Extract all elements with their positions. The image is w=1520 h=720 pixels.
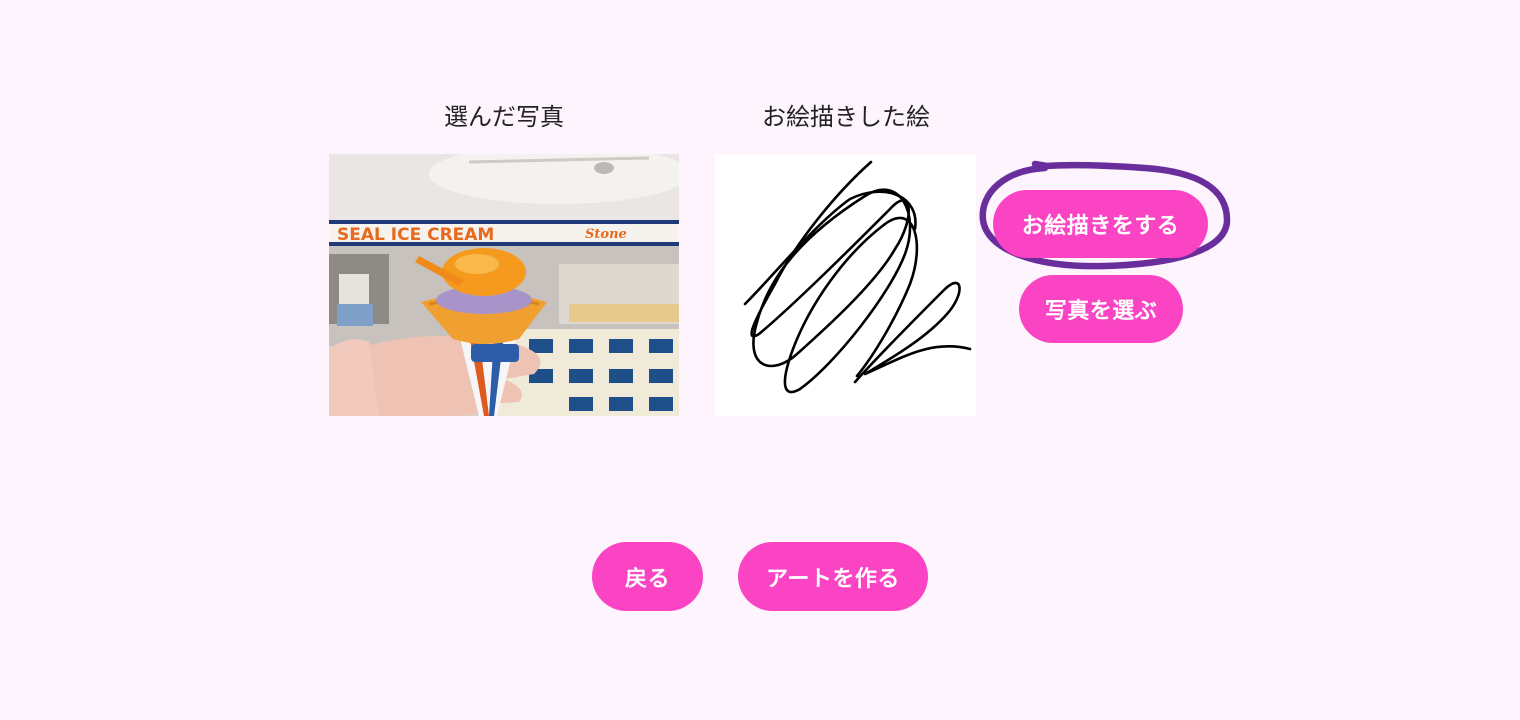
drawing-caption: お絵描きした絵 bbox=[762, 103, 930, 131]
scribble-drawing bbox=[743, 160, 972, 394]
selected-photo: SEAL ICE CREAM Stone bbox=[329, 154, 679, 416]
back-button[interactable]: 戻る bbox=[592, 542, 703, 611]
drawing-canvas bbox=[715, 154, 976, 416]
store-sign-text: SEAL ICE CREAM bbox=[337, 225, 494, 245]
store-sign-text-right: Stone bbox=[585, 227, 627, 242]
draw-button[interactable]: お絵描きをする bbox=[993, 190, 1208, 258]
photo-image: SEAL ICE CREAM Stone bbox=[329, 154, 679, 416]
select-photo-button[interactable]: 写真を選ぶ bbox=[1019, 275, 1183, 343]
create-art-button[interactable]: アートを作る bbox=[738, 542, 928, 611]
selected-photo-caption: 選んだ写真 bbox=[444, 103, 564, 131]
